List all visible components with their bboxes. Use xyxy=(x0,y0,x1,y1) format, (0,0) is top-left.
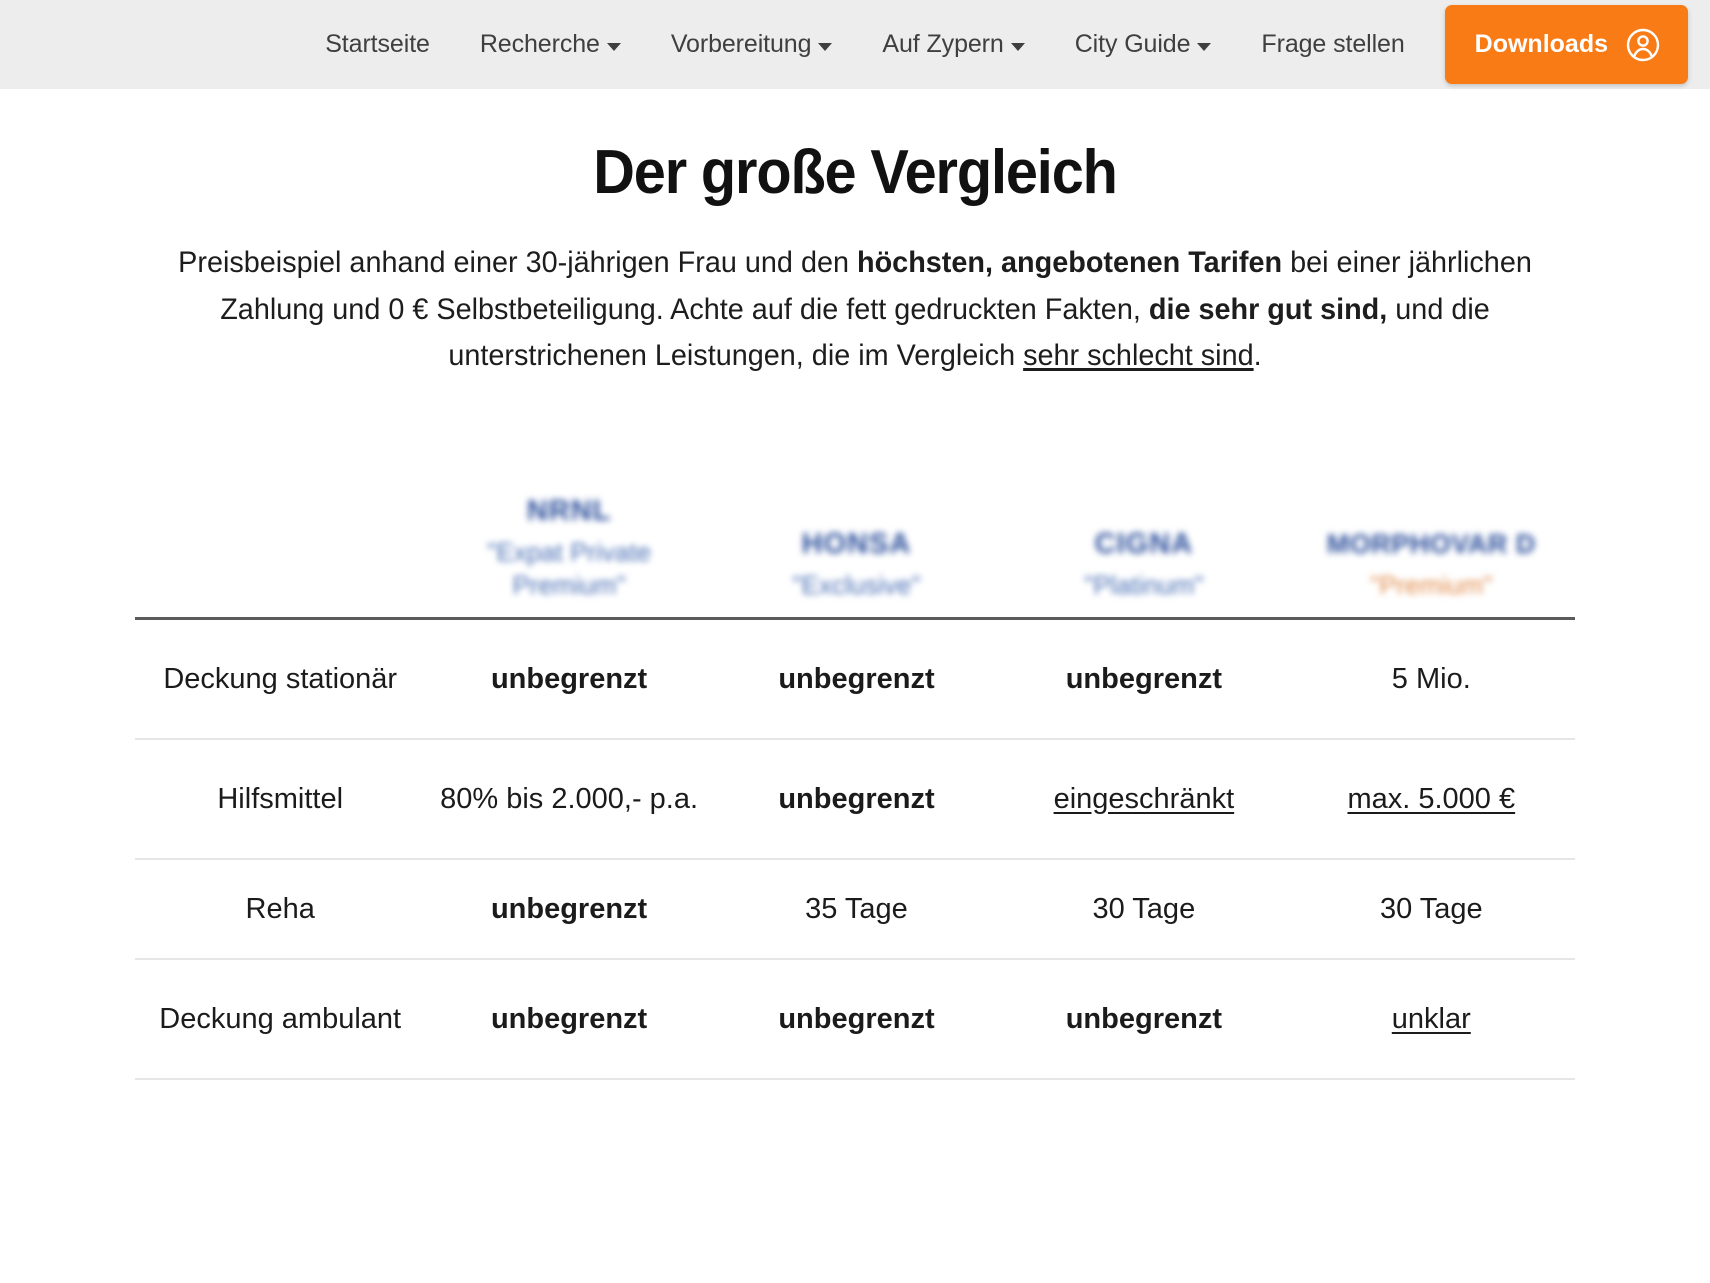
table-row: Hilfsmittel 80% bis 2.000,- p.a. unbegre… xyxy=(135,738,1575,860)
cell-r0-c0: unbegrenzt xyxy=(425,618,713,740)
brand-tariff-1: "Expat Private Premium" xyxy=(487,536,651,601)
cell-r0-c1: unbegrenzt xyxy=(712,618,1001,740)
brand-tariff-4: "Premium" xyxy=(1370,570,1493,601)
top-navigation-bar: Startseite Recherche Vorbereitung Auf Zy… xyxy=(0,0,1710,89)
cell-value: unbegrenzt xyxy=(490,1002,648,1035)
chevron-down-icon xyxy=(1010,42,1025,51)
cell-value: eingeschränkt xyxy=(1053,782,1235,815)
table-row: Reha unbegrenzt 35 Tage 30 Tage 30 Tage xyxy=(135,858,1575,960)
cell-r3-c3: unklar xyxy=(1287,958,1575,1080)
brand-tariff-3: "Platinum" xyxy=(1084,570,1204,601)
nav-item-label: Frage stellen xyxy=(1261,30,1405,58)
comparison-table-wrapper: NRNL "Expat Private Premium" HONSA "Excl… xyxy=(135,417,1575,1080)
cell-r2-c0: unbegrenzt xyxy=(425,858,713,960)
intro-text-part4: . xyxy=(1253,339,1262,372)
brand-logo-2: HONSA xyxy=(801,528,912,561)
brand-logo-3: CIGNA xyxy=(1094,528,1194,561)
table-row: Deckung stationär unbegrenzt unbegrenzt … xyxy=(135,618,1575,740)
cell-value: unbegrenzt xyxy=(490,662,648,695)
intro-bold-tarife: höchsten, angebotenen Tarifen xyxy=(856,246,1283,279)
brand-logo-4: MORPHOVAR D xyxy=(1326,528,1536,559)
nav-item-city-guide[interactable]: City Guide xyxy=(1050,30,1237,59)
cell-r1-c0: 80% bis 2.000,- p.a. xyxy=(425,738,713,860)
intro-text-part1: Preisbeispiel anhand einer 30-jährigen F… xyxy=(178,246,857,279)
cell-r3-c2: unbegrenzt xyxy=(1000,958,1288,1080)
cell-value: max. 5.000 € xyxy=(1347,782,1516,815)
chevron-down-icon xyxy=(606,42,621,51)
cell-r2-c1: 35 Tage xyxy=(712,858,1001,960)
cell-r1-c1: unbegrenzt xyxy=(712,738,1001,860)
brand-tariff-2: "Exclusive" xyxy=(792,570,921,601)
brand-logo-1: NRNL xyxy=(526,494,612,527)
cell-value: unbegrenzt xyxy=(490,892,648,925)
cell-value: unbegrenzt xyxy=(1065,662,1222,695)
row-label-hilfsmittel: Hilfsmittel xyxy=(135,738,426,860)
downloads-button-label: Downloads xyxy=(1474,30,1608,58)
cell-value: 30 Tage xyxy=(1092,892,1196,925)
cell-r3-c1: unbegrenzt xyxy=(712,958,1001,1080)
user-circle-icon xyxy=(1626,28,1660,62)
table-corner-cell xyxy=(135,417,426,620)
chevron-down-icon xyxy=(1197,42,1212,51)
cell-value: unbegrenzt xyxy=(778,1002,935,1035)
cell-r1-c2: eingeschränkt xyxy=(1000,738,1288,860)
table-body: Deckung stationär unbegrenzt unbegrenzt … xyxy=(135,618,1575,1080)
cell-value: unbegrenzt xyxy=(778,782,935,815)
cell-r1-c3: max. 5.000 € xyxy=(1287,738,1575,860)
nav-item-label: Startseite xyxy=(325,30,430,58)
cell-value: unbegrenzt xyxy=(1065,1002,1222,1035)
chevron-down-icon xyxy=(818,42,833,51)
cell-value: 80% bis 2.000,- p.a. xyxy=(440,782,699,815)
table-column-header-2: HONSA "Exclusive" xyxy=(712,417,1001,620)
table-head: NRNL "Expat Private Premium" HONSA "Excl… xyxy=(135,417,1575,620)
intro-underline-sehr-schlecht: sehr schlecht sind xyxy=(1023,339,1254,372)
nav-item-auf-zypern[interactable]: Auf Zypern xyxy=(857,30,1049,59)
table-column-header-1: NRNL "Expat Private Premium" xyxy=(425,417,713,620)
row-label-deckung-ambulant: Deckung ambulant xyxy=(135,958,426,1080)
cell-value: unbegrenzt xyxy=(778,662,935,695)
nav-item-label: City Guide xyxy=(1074,30,1191,58)
nav-item-startseite[interactable]: Startseite xyxy=(300,30,455,59)
nav-item-frage-stellen[interactable]: Frage stellen xyxy=(1236,30,1429,59)
nav-item-label: Auf Zypern xyxy=(882,30,1004,58)
cell-r0-c3: 5 Mio. xyxy=(1287,618,1575,740)
table-column-header-3: CIGNA "Platinum" xyxy=(1000,417,1288,620)
cell-r2-c3: 30 Tage xyxy=(1287,858,1575,960)
page-title: Der große Vergleich xyxy=(593,138,1118,207)
table-row: Deckung ambulant unbegrenzt unbegrenzt u… xyxy=(135,958,1575,1080)
intro-paragraph: Preisbeispiel anhand einer 30-jährigen F… xyxy=(173,240,1536,380)
cell-value: unklar xyxy=(1391,1002,1471,1035)
nav-item-recherche[interactable]: Recherche xyxy=(455,30,646,59)
nav-item-vorbereitung[interactable]: Vorbereitung xyxy=(646,30,858,59)
row-label-reha: Reha xyxy=(135,858,426,960)
intro-bold-sehr-gut: die sehr gut sind, xyxy=(1148,292,1388,326)
table-column-header-4: MORPHOVAR D "Premium" xyxy=(1287,417,1575,620)
downloads-button[interactable]: Downloads xyxy=(1444,5,1688,84)
nav-menu: Startseite Recherche Vorbereitung Auf Zy… xyxy=(300,5,1710,84)
table-header-row: NRNL "Expat Private Premium" HONSA "Excl… xyxy=(135,417,1575,620)
cell-r3-c0: unbegrenzt xyxy=(425,958,713,1080)
cell-r2-c2: 30 Tage xyxy=(1000,858,1288,960)
nav-item-label: Vorbereitung xyxy=(670,30,812,58)
nav-item-label: Recherche xyxy=(479,30,600,58)
comparison-table: NRNL "Expat Private Premium" HONSA "Excl… xyxy=(135,417,1575,1080)
cell-r0-c2: unbegrenzt xyxy=(1000,618,1288,740)
cell-value: 35 Tage xyxy=(805,892,908,925)
cell-value: 30 Tage xyxy=(1379,892,1483,925)
cell-value: 5 Mio. xyxy=(1391,662,1471,695)
row-label-deckung-stationaer: Deckung stationär xyxy=(135,618,426,740)
